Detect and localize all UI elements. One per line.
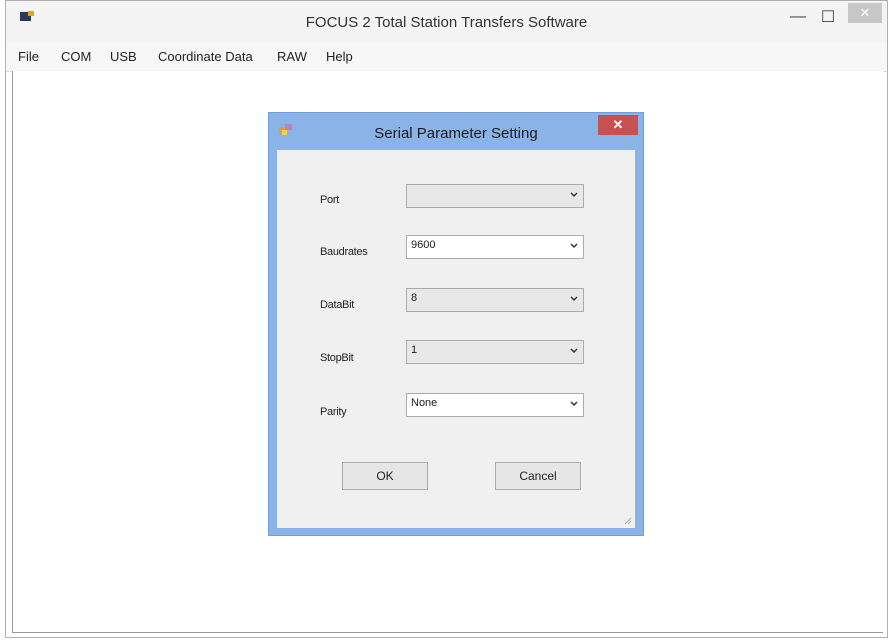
minimize-button[interactable]: — — [786, 5, 810, 29]
dialog-close-button[interactable]: ✕ — [598, 115, 638, 135]
baudrates-value: 9600 — [411, 239, 436, 251]
baudrates-dropdown[interactable]: 9600 — [406, 235, 584, 259]
chevron-down-icon — [570, 192, 578, 198]
port-label: Port — [320, 194, 339, 206]
parity-label: Parity — [320, 406, 347, 418]
dialog-title: Serial Parameter Setting — [374, 125, 538, 142]
stopbit-dropdown[interactable]: 1 — [406, 340, 584, 364]
menu-com[interactable]: COM — [61, 49, 91, 64]
chevron-down-icon — [570, 296, 578, 302]
databit-value: 8 — [411, 292, 418, 304]
serial-parameter-dialog: Serial Parameter Setting ✕ Port Baudrate… — [268, 112, 644, 536]
cancel-button[interactable]: Cancel — [495, 462, 581, 490]
chevron-down-icon — [570, 401, 578, 407]
stopbit-value: 1 — [411, 344, 418, 356]
ok-button[interactable]: OK — [342, 462, 428, 490]
menu-help[interactable]: Help — [326, 49, 353, 64]
resize-grip-icon[interactable] — [622, 515, 632, 525]
dialog-body: Port Baudrates 9600 DataBit 8 StopBit 1 — [277, 150, 635, 528]
port-dropdown[interactable] — [406, 184, 584, 208]
parity-value: None — [411, 397, 438, 409]
parity-dropdown[interactable]: None — [406, 393, 584, 417]
chevron-down-icon — [570, 348, 578, 354]
menu-usb[interactable]: USB — [110, 49, 137, 64]
menu-bar: File COM USB Coordinate Data RAW Help — [6, 43, 887, 72]
menu-raw[interactable]: RAW — [277, 49, 307, 64]
menu-file[interactable]: File — [18, 49, 39, 64]
stopbit-label: StopBit — [320, 352, 354, 364]
baudrates-label: Baudrates — [320, 246, 368, 258]
databit-dropdown[interactable]: 8 — [406, 288, 584, 312]
maximize-button[interactable]: ☐ — [816, 5, 840, 29]
window-title: FOCUS 2 Total Station Transfers Software — [305, 14, 588, 31]
title-bar: FOCUS 2 Total Station Transfers Software… — [6, 1, 887, 43]
chevron-down-icon — [570, 243, 578, 249]
databit-label: DataBit — [320, 299, 354, 311]
close-button[interactable]: ✕ — [848, 3, 882, 23]
dialog-title-bar: Serial Parameter Setting ✕ — [269, 113, 643, 150]
menu-coordinate-data[interactable]: Coordinate Data — [158, 49, 253, 64]
